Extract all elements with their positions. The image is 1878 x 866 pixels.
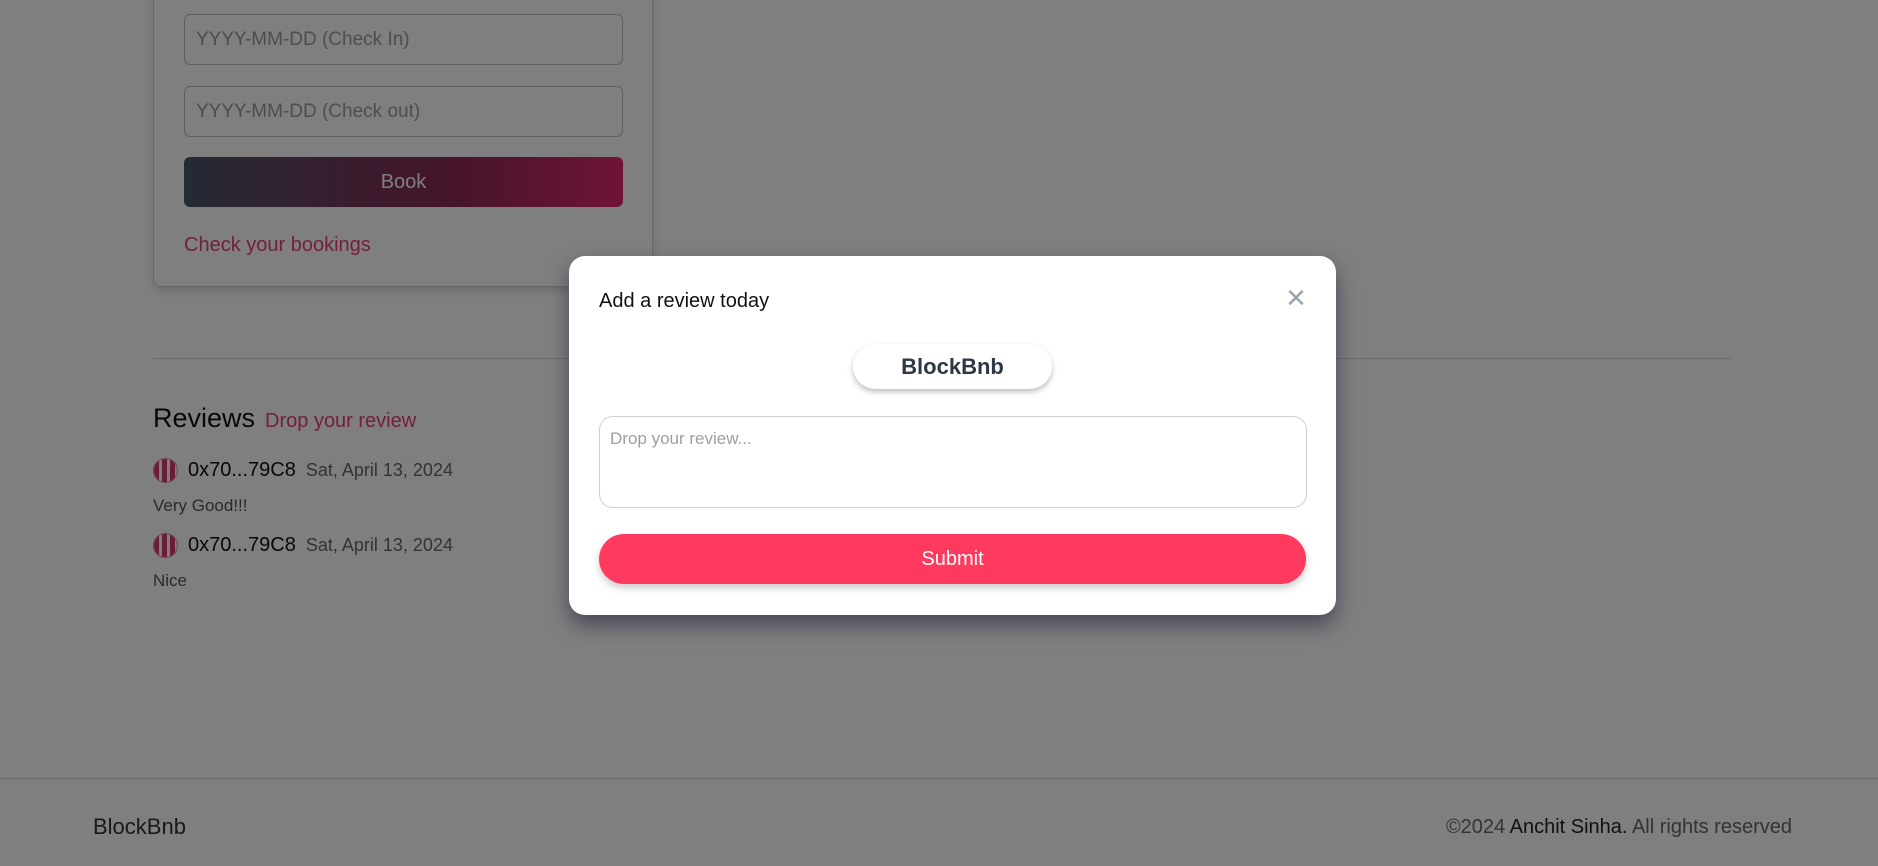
close-icon[interactable]: ✕ — [1284, 285, 1308, 311]
review-textarea[interactable] — [599, 416, 1307, 508]
modal-title: Add a review today — [599, 290, 770, 312]
review-modal: Add a review today ✕ BlockBnb Submit — [569, 256, 1336, 615]
page: Book Check your bookings Reviews Drop yo… — [0, 0, 1878, 866]
submit-button[interactable]: Submit — [599, 534, 1306, 584]
modal-brand-pill: BlockBnb — [853, 344, 1052, 389]
